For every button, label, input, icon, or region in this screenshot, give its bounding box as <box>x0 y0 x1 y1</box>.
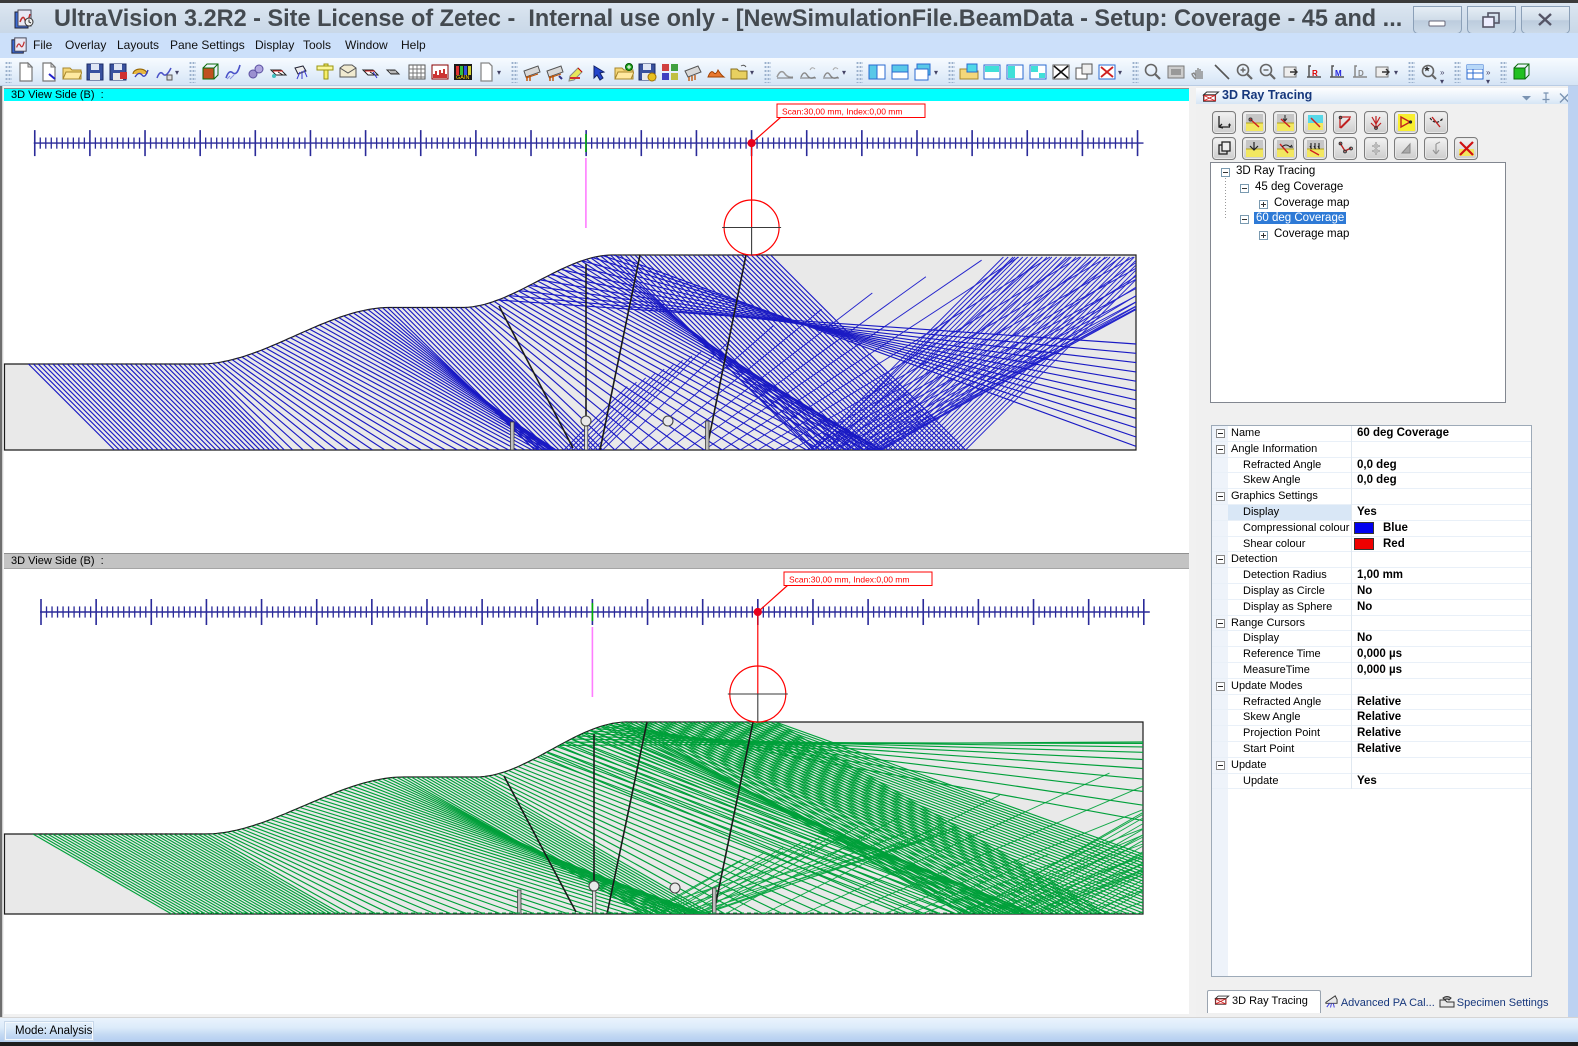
svg-text:Scan:30,00 mm, Index:0,00 mm: Scan:30,00 mm, Index:0,00 mm <box>782 107 902 117</box>
svg-text:R: R <box>1312 69 1318 78</box>
svg-text:D: D <box>1358 69 1364 78</box>
svg-text:Scan:30,00 mm, Index:0,00 mm: Scan:30,00 mm, Index:0,00 mm <box>789 575 909 585</box>
svg-text:GAIN: GAIN <box>456 75 469 81</box>
svg-text:M: M <box>1335 69 1342 78</box>
